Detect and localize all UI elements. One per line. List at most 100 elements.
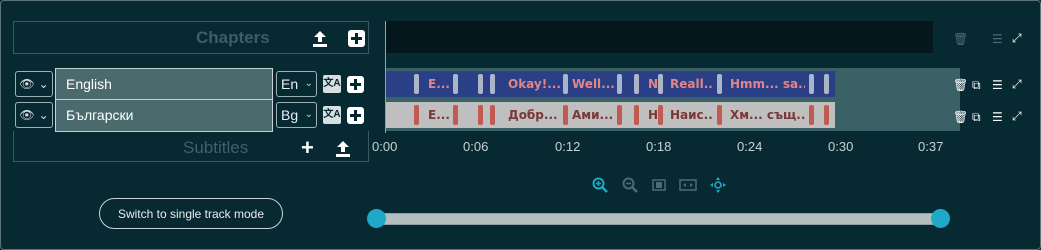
segment-handle[interactable] — [490, 105, 495, 125]
add-segment-button-bulgarian[interactable] — [347, 107, 364, 124]
segment-text[interactable]: Добр... — [508, 102, 560, 128]
language-select-value: Bg — [281, 107, 299, 123]
chapters-track[interactable] — [385, 21, 933, 53]
english-expand-button[interactable]: ⤢ — [1012, 77, 1022, 91]
segment-handle[interactable] — [617, 105, 622, 125]
chapters-add-button[interactable] — [347, 29, 365, 47]
track-name-input-bulgarian[interactable]: Български — [55, 99, 273, 132]
segment-handle[interactable] — [478, 74, 483, 94]
subtitles-upload-button[interactable] — [333, 139, 353, 159]
segment-handle[interactable] — [824, 105, 829, 125]
bulgarian-expand-button[interactable]: ⤢ — [1012, 109, 1022, 123]
segment-text[interactable]: Хм... същ... — [730, 102, 805, 128]
trash-icon: 🗑 — [953, 78, 969, 92]
time-tick: 0:12 — [555, 139, 581, 154]
chevron-down-icon: ⌄ — [304, 78, 313, 89]
segment-handle[interactable] — [717, 105, 722, 125]
bulgarian-delete-button[interactable]: 🗑 — [953, 110, 968, 124]
segment-handle[interactable] — [563, 74, 568, 94]
segment-text[interactable]: Hmm... sa... — [730, 71, 805, 97]
track-row-english[interactable]: E... Okay!... Well.... N Reall... Hmm...… — [385, 71, 835, 97]
track-row-bulgarian[interactable]: E... Добр... Ами.... Н Наис... Хм... същ… — [385, 102, 835, 128]
bulgarian-list-button[interactable]: ☰ — [992, 110, 1003, 124]
eye-icon: 👁 — [19, 77, 35, 91]
add-segment-button-english[interactable] — [347, 76, 364, 93]
segment-text[interactable]: Reall... — [670, 71, 714, 97]
time-tick: 0:00 — [372, 139, 398, 154]
zoom-fit-button[interactable] — [652, 177, 666, 197]
translate-button-bulgarian[interactable]: 文A — [323, 106, 341, 124]
playhead[interactable] — [385, 21, 386, 133]
range-slider-end-handle[interactable] — [931, 209, 950, 228]
plus-square-icon — [347, 76, 364, 93]
range-slider-start-handle[interactable] — [367, 209, 386, 228]
segment-text[interactable]: Ами.... — [572, 102, 614, 128]
segment-handle[interactable] — [490, 74, 495, 94]
compress-icon — [652, 179, 666, 191]
segment-handle[interactable] — [824, 74, 829, 94]
track-name-input-english[interactable]: English — [55, 68, 273, 101]
language-select-english[interactable]: En ⌄ — [276, 71, 317, 97]
segment-text[interactable]: Okay!... — [508, 71, 560, 97]
list-icon: ☰ — [992, 78, 1003, 92]
segment-text[interactable]: Well.... — [572, 71, 614, 97]
plus-square-icon — [347, 29, 365, 47]
zoom-in-button[interactable] — [592, 177, 608, 197]
segment-handle[interactable] — [717, 74, 722, 94]
language-select-value: En — [281, 76, 299, 92]
crosshair-icon — [710, 177, 726, 193]
zoom-expand-button[interactable] — [679, 177, 697, 197]
switch-track-mode-button[interactable]: Switch to single track mode — [99, 198, 283, 229]
time-tick: 0:18 — [646, 139, 672, 154]
translate-button-english[interactable]: 文A — [323, 75, 341, 93]
zoom-in-icon — [592, 177, 608, 193]
visibility-select-bulgarian[interactable]: 👁 ⌄ — [15, 102, 53, 128]
zoom-out-button[interactable] — [622, 177, 638, 197]
segment-handle[interactable] — [414, 105, 419, 125]
list-icon: ☰ — [992, 32, 1003, 46]
subtitles-add-button[interactable]: + — [301, 137, 314, 159]
segment-text[interactable]: Н — [648, 102, 657, 128]
eye-icon: 👁 — [19, 108, 35, 122]
chevron-down-icon: ⌄ — [304, 109, 313, 120]
time-tick: 0:37 — [918, 139, 944, 154]
expand-icon: ⤢ — [1012, 109, 1022, 123]
chapters-delete-button[interactable]: 🗑 — [953, 32, 968, 46]
chapters-expand-button[interactable]: ⤢ — [1012, 31, 1022, 45]
segment-text[interactable]: E... — [428, 102, 450, 128]
recenter-button[interactable] — [710, 177, 726, 197]
expand-icon: ⤢ — [1012, 77, 1022, 91]
segment-text[interactable]: N — [648, 71, 657, 97]
english-list-button[interactable]: ☰ — [992, 78, 1003, 92]
segment-handle[interactable] — [809, 74, 814, 94]
list-icon: ☰ — [992, 110, 1003, 124]
upload-icon — [313, 31, 327, 47]
timeline-range-slider[interactable] — [377, 213, 941, 225]
segment-text[interactable]: Наис... — [670, 102, 714, 128]
upload-icon — [336, 141, 350, 157]
segment-handle[interactable] — [617, 74, 622, 94]
chevron-down-icon: ⌄ — [38, 108, 49, 122]
segment-handle[interactable] — [658, 105, 663, 125]
segment-handle[interactable] — [658, 74, 663, 94]
segment-handle[interactable] — [453, 105, 458, 125]
visibility-select-english[interactable]: 👁 ⌄ — [15, 71, 53, 97]
english-delete-button[interactable]: 🗑 — [953, 78, 968, 92]
segment-handle[interactable] — [414, 74, 419, 94]
bulgarian-copy-button[interactable]: ⧉ — [972, 110, 981, 124]
segment-handle[interactable] — [453, 74, 458, 94]
segment-handle[interactable] — [478, 105, 483, 125]
time-tick: 0:24 — [737, 139, 763, 154]
subtitle-tracks-area[interactable]: E... Okay!... Well.... N Reall... Hmm...… — [385, 68, 960, 131]
chapters-list-button[interactable]: ☰ — [992, 32, 1003, 46]
segment-handle[interactable] — [634, 105, 639, 125]
trash-icon: 🗑 — [953, 32, 969, 46]
segment-handle[interactable] — [809, 105, 814, 125]
segment-handle[interactable] — [563, 105, 568, 125]
chapters-upload-button[interactable] — [310, 29, 330, 49]
segment-text[interactable]: E... — [428, 71, 450, 97]
language-select-bulgarian[interactable]: Bg ⌄ — [276, 102, 317, 128]
chevron-down-icon: ⌄ — [38, 77, 49, 91]
english-copy-button[interactable]: ⧉ — [972, 78, 981, 92]
segment-handle[interactable] — [634, 74, 639, 94]
